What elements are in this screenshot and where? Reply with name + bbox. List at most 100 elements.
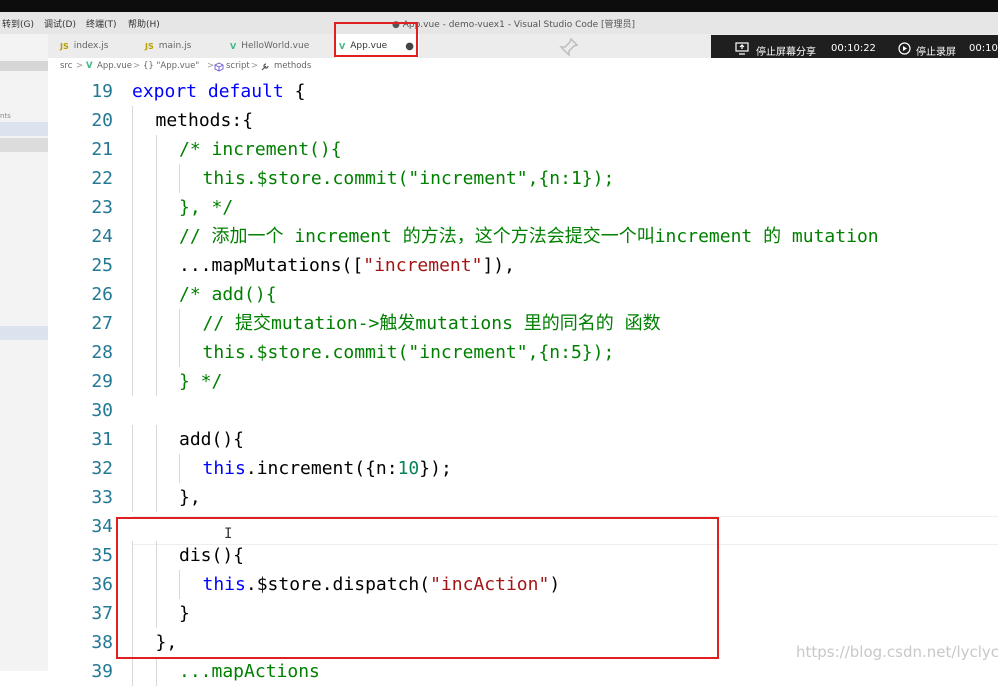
indent-guide xyxy=(179,454,180,483)
tab-index-js[interactable]: JS index.js xyxy=(60,34,140,58)
sidebar-item[interactable] xyxy=(0,326,48,340)
code-token: }, xyxy=(179,487,201,508)
vue-file-icon: V xyxy=(86,61,93,71)
code-line[interactable]: // 添加一个 increment 的方法，这个方法会提交一个叫incremen… xyxy=(179,222,879,251)
code-token: /* increment(){ xyxy=(179,139,342,160)
sidebar-hint: nts xyxy=(0,112,11,120)
sidebar-selected-item[interactable] xyxy=(0,61,48,71)
code-editor[interactable]: I 19 export default {20 methods:{21/* incr… xyxy=(48,75,998,686)
menu-goto[interactable]: 转到(G) xyxy=(2,17,34,30)
code-line[interactable]: ...mapMutations(["increment"]), xyxy=(179,251,515,280)
sidebar-item[interactable] xyxy=(0,138,48,152)
code-line[interactable]: methods:{ xyxy=(156,106,254,135)
indent-guide xyxy=(155,164,157,193)
indent-guide xyxy=(179,309,180,338)
code-line[interactable]: this.$store.commit("increment",{n:1}); xyxy=(203,164,615,193)
code-token: this xyxy=(202,574,246,595)
vue-file-icon: V xyxy=(230,41,237,51)
line-number: 19 xyxy=(91,81,113,102)
breadcrumb-module[interactable]: {} "App.vue" xyxy=(143,61,199,71)
top-black-bar xyxy=(0,0,998,12)
code-token: // 添加一个 increment 的方法，这个方法会提交一个叫incremen… xyxy=(179,226,879,247)
indent-guide xyxy=(132,106,133,135)
indent-guide xyxy=(155,280,157,309)
tab-label: main.js xyxy=(158,41,192,51)
stop-share-button[interactable]: 停止屏幕分享 xyxy=(756,43,816,58)
code-token: .increment({n: xyxy=(245,458,398,479)
code-line[interactable]: /* add(){ xyxy=(179,280,277,309)
code-line[interactable]: dis(){ xyxy=(179,541,244,570)
code-token: this.$store.commit("increment",{n:5}); xyxy=(202,342,615,363)
stop-record-button[interactable]: 停止录屏 xyxy=(916,43,956,58)
line-number: 26 xyxy=(91,284,113,305)
indent-guide xyxy=(132,541,133,570)
line-number: 20 xyxy=(91,110,113,131)
code-line[interactable]: }, xyxy=(156,628,178,657)
unsaved-dot-icon[interactable]: ● xyxy=(405,41,414,52)
text-cursor-icon: I xyxy=(224,526,233,542)
code-line[interactable]: } xyxy=(179,599,190,628)
code-token: ]), xyxy=(482,255,515,276)
share-timer: 00:10:22 xyxy=(831,43,876,54)
code-token: add(){ xyxy=(179,429,245,450)
menu-debug[interactable]: 调试(D) xyxy=(44,17,76,30)
tab-helloworld-vue[interactable]: V HelloWorld.vue xyxy=(230,34,330,58)
indent-guide xyxy=(155,483,157,512)
menu-terminal[interactable]: 终端(T) xyxy=(86,17,117,30)
tab-app-vue[interactable]: V App.vue ● xyxy=(336,34,419,58)
breadcrumb-script[interactable]: script xyxy=(226,61,250,71)
breadcrumb: src > V App.vue > {} "App.vue" > script … xyxy=(48,58,998,75)
indent-guide xyxy=(155,367,157,396)
code-line[interactable]: add(){ xyxy=(179,425,244,454)
code-token: ...mapMutations([ xyxy=(179,255,364,276)
indent-guide xyxy=(132,628,133,657)
indent-guide xyxy=(132,367,133,396)
code-line[interactable]: this.$store.dispatch("incAction") xyxy=(203,570,561,599)
code-line[interactable]: /* increment(){ xyxy=(179,135,342,164)
code-line[interactable]: }, */ xyxy=(179,193,233,222)
line-number: 30 xyxy=(91,400,113,421)
code-line[interactable]: this.increment({n:10}); xyxy=(203,454,452,483)
line-number: 28 xyxy=(91,342,113,363)
code-token: dis(){ xyxy=(179,545,245,566)
indent-guide xyxy=(155,657,157,686)
sidebar: nts xyxy=(0,34,48,671)
indent-guide xyxy=(132,483,133,512)
code-token: /* add(){ xyxy=(179,284,277,305)
indent-guide xyxy=(132,425,133,454)
code-line[interactable]: this.$store.commit("increment",{n:5}); xyxy=(203,338,615,367)
line-number: 31 xyxy=(91,429,113,450)
code-token: ...mapActions xyxy=(179,661,320,682)
line-number: 39 xyxy=(91,661,113,682)
breadcrumb-app-vue[interactable]: App.vue xyxy=(97,61,132,71)
code-token: "incAction" xyxy=(430,574,550,595)
sidebar-item[interactable] xyxy=(0,122,48,136)
code-line[interactable]: ...mapActions xyxy=(179,657,320,686)
indent-guide xyxy=(132,280,133,309)
menu-help[interactable]: 帮助(H) xyxy=(128,17,160,30)
indent-guide xyxy=(179,338,180,367)
tab-main-js[interactable]: JS main.js xyxy=(145,34,225,58)
code-line[interactable]: }, xyxy=(179,483,201,512)
indent-guide xyxy=(132,135,133,164)
indent-guide xyxy=(132,193,133,222)
code-line[interactable]: } */ xyxy=(179,367,222,396)
code-token: export xyxy=(132,81,198,102)
code-line[interactable]: // 提交mutation->触发mutations 里的同名的 函数 xyxy=(203,309,661,338)
record-timer: 00:10: xyxy=(969,43,998,54)
indent-guide xyxy=(155,570,157,599)
line-number: 36 xyxy=(91,574,113,595)
line-number: 35 xyxy=(91,545,113,566)
line-number: 34 xyxy=(91,516,113,537)
breadcrumb-methods[interactable]: methods xyxy=(274,61,311,71)
screen-share-icon xyxy=(735,42,749,55)
breadcrumb-src[interactable]: src xyxy=(60,61,72,71)
tab-label: HelloWorld.vue xyxy=(241,41,310,51)
code-line[interactable]: export default { xyxy=(132,77,305,106)
indent-guide xyxy=(132,338,133,367)
code-token: this xyxy=(202,458,246,479)
line-number: 33 xyxy=(91,487,113,508)
line-number: 27 xyxy=(91,313,113,334)
indent-guide xyxy=(155,338,157,367)
